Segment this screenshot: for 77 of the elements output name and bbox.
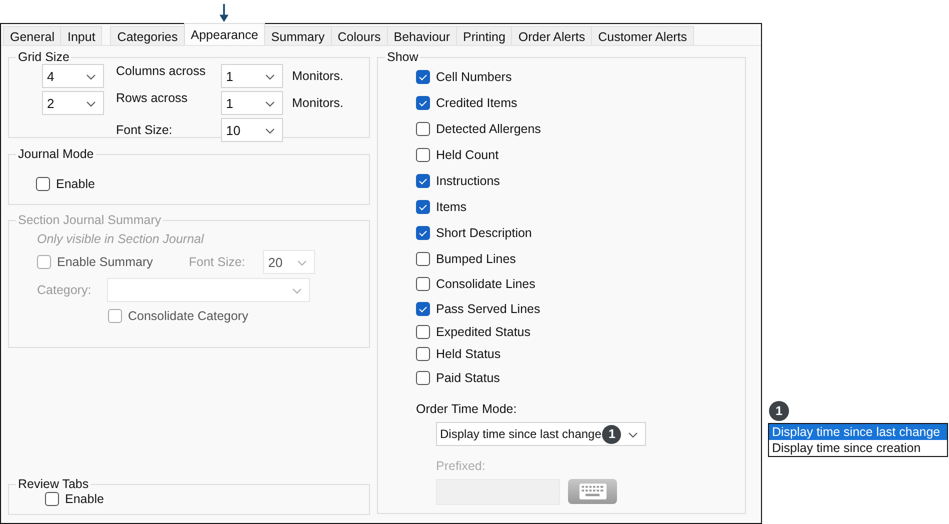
checkbox[interactable] bbox=[416, 252, 430, 266]
list-option[interactable]: Display time since creation bbox=[769, 440, 947, 456]
checkbox-label: Consolidate Category bbox=[128, 309, 248, 323]
field-label: Font Size: bbox=[115, 123, 174, 137]
checkbox[interactable] bbox=[416, 226, 430, 240]
tab[interactable]: Summary bbox=[264, 26, 332, 45]
tab[interactable]: General bbox=[3, 26, 62, 45]
callout-badge: 1 bbox=[602, 424, 622, 444]
checkbox[interactable] bbox=[416, 347, 430, 361]
group-title: Review Tabs bbox=[17, 477, 90, 491]
checkbox-label: Detected Allergens bbox=[436, 122, 541, 136]
dropdown[interactable]: Display time since last change 1 bbox=[436, 422, 646, 446]
checkbox[interactable] bbox=[36, 177, 50, 191]
checkbox-label: Cell Numbers bbox=[436, 70, 512, 84]
checkbox[interactable] bbox=[416, 325, 430, 339]
keyboard-icon bbox=[578, 483, 606, 500]
field-label: Prefixed: bbox=[435, 458, 486, 473]
group-title: Grid Size bbox=[17, 50, 70, 64]
checkbox-label: Items bbox=[436, 200, 467, 214]
dropdown[interactable]: 2 bbox=[42, 91, 104, 115]
chevron-icon bbox=[86, 74, 96, 80]
callout-badge: 1 bbox=[769, 401, 789, 421]
checkbox-label: Enable bbox=[65, 492, 104, 506]
tab[interactable]: Behaviour bbox=[386, 26, 458, 45]
tab[interactable]: Input bbox=[60, 26, 102, 45]
checkbox[interactable] bbox=[416, 70, 430, 84]
checkbox-label: Held Count bbox=[436, 148, 499, 162]
group-title: Journal Mode bbox=[17, 147, 95, 161]
group-title: Section Journal Summary bbox=[17, 213, 162, 227]
dropdown[interactable]: 1 bbox=[221, 64, 283, 88]
checkbox[interactable] bbox=[416, 148, 430, 162]
checkbox[interactable] bbox=[416, 302, 430, 316]
checkbox[interactable] bbox=[416, 174, 430, 188]
chevron-icon bbox=[292, 288, 302, 294]
checkbox-label: Consolidate Lines bbox=[436, 276, 536, 290]
field-label: Font Size: bbox=[188, 255, 246, 269]
field-label: Order Time Mode: bbox=[415, 401, 518, 416]
tab[interactable]: Categories bbox=[110, 26, 185, 45]
checkbox[interactable] bbox=[416, 200, 430, 214]
tab[interactable]: Colours bbox=[330, 26, 388, 45]
field-label: Category: bbox=[37, 283, 92, 297]
checkbox-label: Enable bbox=[56, 177, 95, 191]
dropdown[interactable]: 10 bbox=[221, 118, 283, 142]
field-label: Columns across bbox=[115, 64, 207, 78]
tab[interactable]: Order Alerts bbox=[511, 26, 592, 45]
tab[interactable]: Printing bbox=[456, 26, 512, 45]
chevron-icon bbox=[297, 260, 308, 266]
tab[interactable]: Customer Alerts bbox=[591, 26, 694, 45]
checkbox-label: Held Status bbox=[436, 347, 501, 361]
field-label: Rows across bbox=[115, 91, 189, 105]
note-text: Only visible in Section Journal bbox=[36, 231, 205, 246]
checkbox-label: Paid Status bbox=[436, 370, 500, 384]
checkbox-label: Enable Summary bbox=[57, 255, 153, 269]
chevron-icon bbox=[265, 128, 275, 134]
chevron-icon bbox=[86, 101, 96, 107]
dropdown[interactable]: 4 bbox=[42, 64, 104, 88]
field-label: Monitors. bbox=[291, 96, 344, 110]
checkbox[interactable] bbox=[45, 492, 59, 506]
chevron-icon bbox=[265, 74, 275, 80]
group-title: Show bbox=[386, 50, 420, 64]
chevron-icon bbox=[265, 101, 275, 107]
checkbox-label: Bumped Lines bbox=[436, 252, 516, 266]
checkbox-label: Instructions bbox=[436, 174, 500, 188]
keyboard-button[interactable] bbox=[568, 479, 617, 504]
down-arrow-icon bbox=[219, 4, 230, 22]
checkbox[interactable] bbox=[416, 96, 430, 110]
checkbox[interactable] bbox=[416, 370, 430, 384]
list-option[interactable]: Display time since last change bbox=[769, 424, 947, 440]
checkbox[interactable] bbox=[416, 276, 430, 290]
field-label: Monitors. bbox=[291, 69, 344, 83]
checkbox-label: Short Description bbox=[436, 226, 532, 240]
chevron-icon bbox=[628, 432, 638, 438]
checkbox-label: Expedited Status bbox=[436, 325, 531, 339]
checkbox-label: Credited Items bbox=[436, 96, 518, 110]
dropdown[interactable]: 1 bbox=[221, 91, 283, 115]
checkbox-label: Pass Served Lines bbox=[436, 302, 540, 316]
checkbox[interactable] bbox=[416, 122, 430, 136]
